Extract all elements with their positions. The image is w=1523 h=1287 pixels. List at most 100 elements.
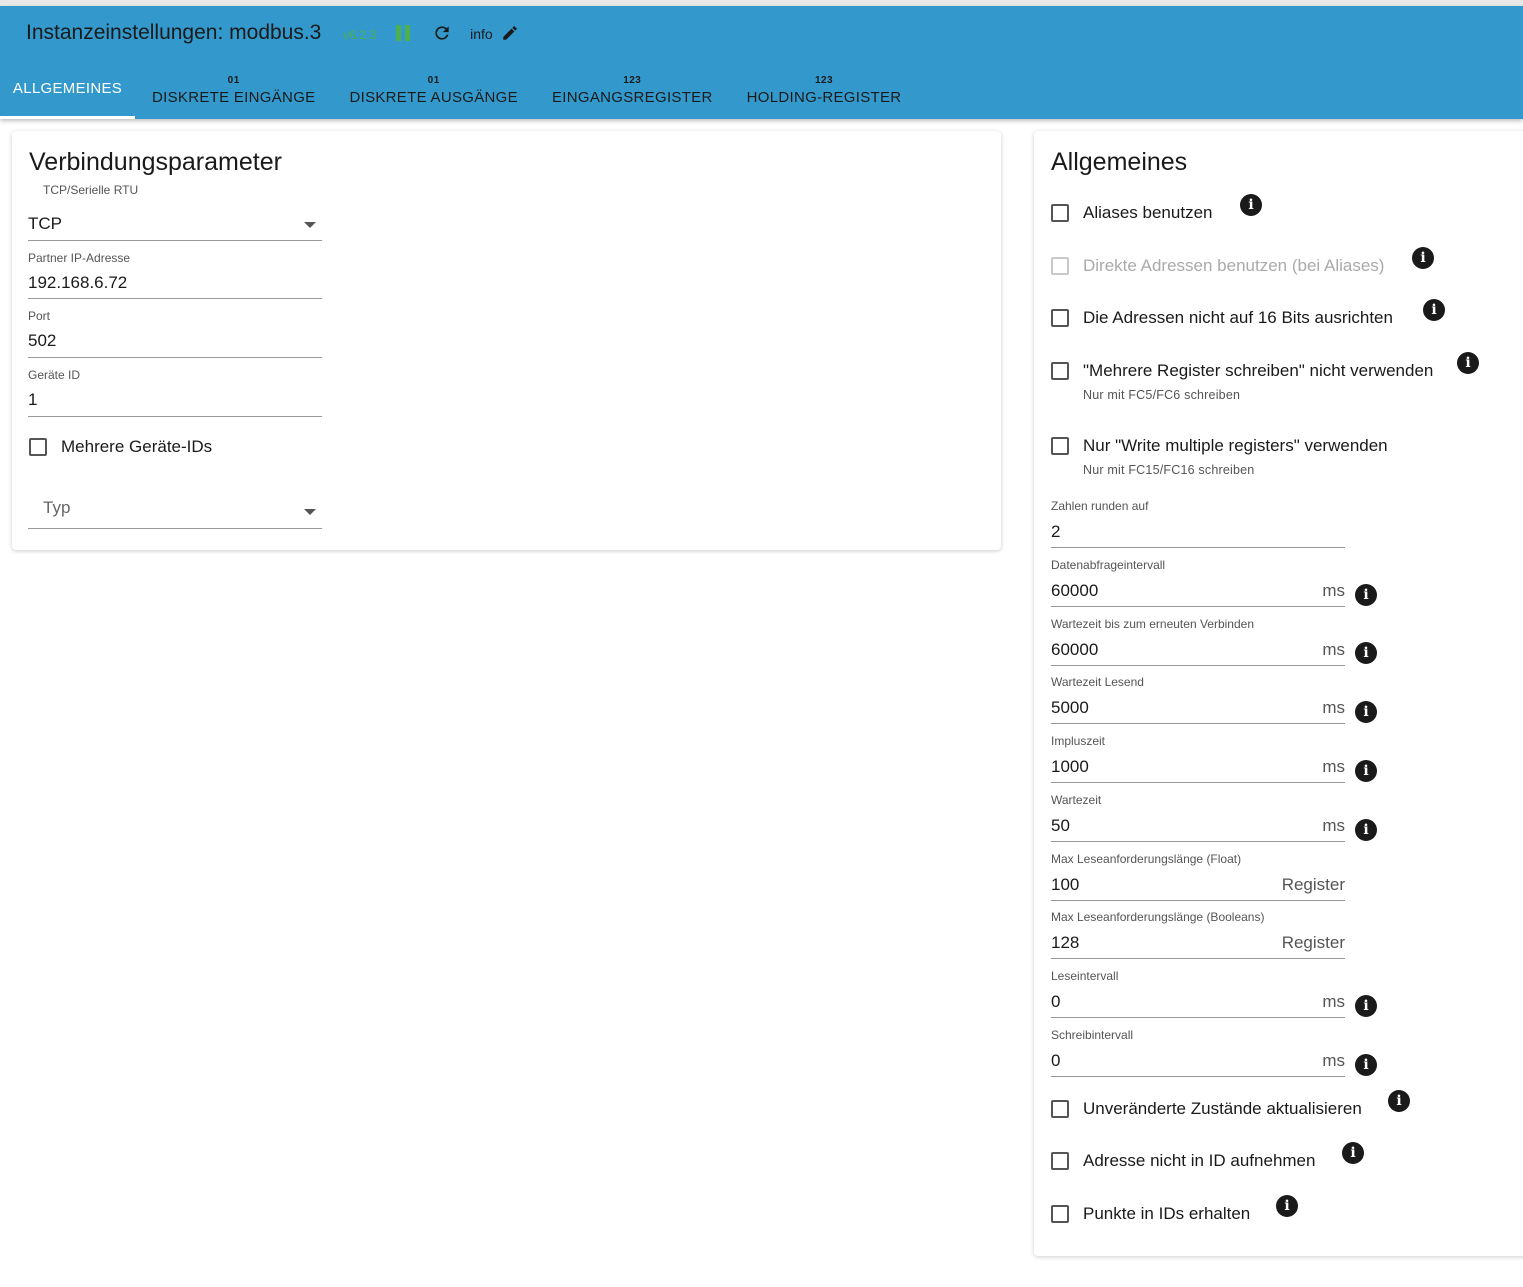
option-checkbox[interactable]: Unveränderte Zustände aktualisieren — [1051, 1099, 1362, 1119]
settings-input[interactable]: Wartezeit bis zum erneuten Verbinden 6000… — [1051, 617, 1345, 667]
pencil-icon[interactable] — [501, 24, 519, 42]
checkbox-label: Mehrere Geräte-IDs — [61, 437, 213, 456]
info-icon[interactable]: i — [1342, 1142, 1364, 1164]
field-underline — [1051, 1017, 1345, 1018]
checkbox-box[interactable] — [1051, 309, 1069, 327]
settings-input[interactable]: Schreibintervall 0 ms — [1051, 1028, 1345, 1078]
settings-input[interactable]: Zahlen runden auf 2 — [1051, 499, 1345, 549]
checkbox-box[interactable] — [1051, 1152, 1069, 1170]
reload-icon[interactable] — [432, 23, 452, 43]
settings-input[interactable]: Leseintervall 0 ms — [1051, 969, 1345, 1019]
info-icon[interactable]: i — [1388, 1090, 1410, 1112]
tab-eingangsregister[interactable]: 123 EINGANGSREGISTER — [535, 58, 730, 119]
field-unit: ms — [1322, 581, 1345, 600]
info-icon[interactable]: i — [1355, 1054, 1377, 1076]
chevron-down-icon — [304, 222, 316, 228]
settings-input[interactable]: Max Leseanforderungslänge (Float) 100 Regi… — [1051, 852, 1345, 902]
field-underline — [1051, 900, 1345, 901]
settings-input[interactable]: Impluszeit 1000 ms — [1051, 734, 1345, 784]
checkbox-box[interactable] — [1051, 257, 1069, 275]
field-unit: ms — [1322, 816, 1345, 835]
option-checkbox[interactable]: Adresse nicht in ID aufnehmen — [1051, 1151, 1315, 1171]
settings-input[interactable]: Max Leseanforderungslänge (Booleans) 128 R… — [1051, 910, 1345, 960]
checkbox-text: Die Adressen nicht auf 16 Bits ausrichte… — [1083, 308, 1393, 328]
checkbox-box[interactable] — [29, 438, 47, 456]
field-value: 5000 — [1051, 698, 1089, 717]
field-label: Impluszeit — [1051, 734, 1106, 748]
info-icon[interactable]: i — [1355, 584, 1377, 606]
checkbox-text: Adresse nicht in ID aufnehmen — [1083, 1151, 1315, 1171]
mode-select[interactable]: TCP/Serielle RTU TCP — [28, 183, 322, 241]
info-icon[interactable]: i — [1423, 299, 1445, 321]
checkbox-label: Die Adressen nicht auf 16 Bits ausrichte… — [1083, 308, 1393, 327]
checkbox-help-text: Nur mit FC5/FC6 schreiben — [1083, 388, 1241, 402]
tab-label: EINGANGSREGISTER — [551, 89, 713, 106]
checkbox-label: Aliases benutzen — [1083, 203, 1213, 222]
settings-input[interactable]: Wartezeit 50 ms — [1051, 793, 1345, 843]
checkbox-label: "Mehrere Register schreiben" nicht verwe… — [1083, 361, 1434, 380]
checkbox-label: Punkte in IDs erhalten — [1083, 1204, 1251, 1223]
device-id-label: Geräte ID — [28, 368, 81, 382]
option-checkbox[interactable]: Die Adressen nicht auf 16 Bits ausrichte… — [1051, 308, 1393, 328]
checkbox-help-text: Nur mit FC15/FC16 schreiben — [1083, 463, 1255, 477]
multi-ids-checkbox[interactable]: Mehrere Geräte-IDs — [29, 437, 212, 457]
info-link[interactable]: info — [470, 26, 493, 42]
option-checkbox[interactable]: Nur "Write multiple registers" verwenden… — [1051, 436, 1388, 477]
checkbox-box[interactable] — [1051, 362, 1069, 380]
info-icon[interactable]: i — [1355, 642, 1377, 664]
field-label: Zahlen runden auf — [1051, 499, 1149, 513]
option-checkbox[interactable]: Direkte Adressen benutzen (bei Aliases) — [1051, 256, 1384, 276]
field-underline — [28, 416, 322, 417]
info-icon[interactable]: i — [1355, 760, 1377, 782]
checkbox-text: Unveränderte Zustände aktualisieren — [1083, 1099, 1362, 1119]
checkbox-box[interactable] — [1051, 1100, 1069, 1118]
option-checkbox[interactable]: "Mehrere Register schreiben" nicht verwe… — [1051, 361, 1433, 402]
option-checkbox[interactable]: Aliases benutzen — [1051, 203, 1212, 223]
binary-icon: 01 — [227, 75, 240, 86]
checkbox-box[interactable] — [1051, 1205, 1069, 1223]
info-icon[interactable]: i — [1355, 819, 1377, 841]
tab-diskrete-eingaenge[interactable]: 01 DISKRETE EINGÄNGE — [135, 58, 332, 119]
checkbox-box[interactable] — [1051, 437, 1069, 455]
field-underline — [1051, 547, 1345, 548]
checkbox-text: "Mehrere Register schreiben" nicht verwe… — [1083, 361, 1433, 402]
field-label: Max Leseanforderungslänge (Booleans) — [1051, 910, 1265, 924]
info-icon[interactable]: i — [1240, 194, 1262, 216]
settings-input[interactable]: Wartezeit Lesend 5000 ms — [1051, 675, 1345, 725]
field-underline — [28, 240, 322, 241]
tab-allgemeines[interactable]: ALLGEMEINES — [0, 58, 135, 119]
info-icon[interactable]: i — [1355, 701, 1377, 723]
checkbox-box[interactable] — [1051, 204, 1069, 222]
tab-label: DISKRETE EINGÄNGE — [152, 89, 316, 106]
device-id-input[interactable]: Geräte ID 1 — [28, 368, 322, 418]
settings-input[interactable]: Datenabfrageintervall 60000 ms — [1051, 558, 1345, 608]
info-icon[interactable]: i — [1355, 995, 1377, 1017]
checkbox-text: Direkte Adressen benutzen (bei Aliases) — [1083, 256, 1384, 276]
field-label: Wartezeit Lesend — [1051, 675, 1144, 689]
type-select[interactable]: Typ — [28, 495, 322, 529]
info-icon[interactable]: i — [1276, 1195, 1298, 1217]
page-title: Instanzeinstellungen: modbus.3 — [26, 21, 322, 44]
field-value: 60000 — [1051, 581, 1099, 600]
option-checkbox[interactable]: Punkte in IDs erhalten — [1051, 1204, 1250, 1224]
type-placeholder: Typ — [43, 498, 71, 517]
checkbox-label: Adresse nicht in ID aufnehmen — [1083, 1151, 1316, 1170]
tab-label: DISKRETE AUSGÄNGE — [349, 89, 518, 106]
field-label: Max Leseanforderungslänge (Float) — [1051, 852, 1242, 866]
tab-diskrete-ausgaenge[interactable]: 01 DISKRETE AUSGÄNGE — [332, 58, 534, 119]
ip-input[interactable]: Partner IP-Adresse 192.168.6.72 — [28, 251, 322, 300]
field-underline — [28, 528, 322, 529]
field-value: 60000 — [1051, 640, 1099, 659]
info-icon[interactable]: i — [1457, 352, 1479, 374]
field-unit: ms — [1322, 640, 1345, 659]
port-input[interactable]: Port 502 — [28, 309, 322, 359]
checkbox-label: Unveränderte Zustände aktualisieren — [1083, 1099, 1362, 1118]
general-title: Allgemeines — [1051, 148, 1188, 176]
field-underline — [1051, 606, 1345, 607]
field-value: 0 — [1051, 1051, 1061, 1070]
tab-holding-register[interactable]: 123 HOLDING-REGISTER — [730, 58, 919, 119]
info-icon[interactable]: i — [1412, 247, 1434, 269]
field-underline — [28, 298, 322, 299]
tab-label: HOLDING-REGISTER — [746, 89, 902, 106]
pause-icon[interactable] — [396, 25, 411, 41]
